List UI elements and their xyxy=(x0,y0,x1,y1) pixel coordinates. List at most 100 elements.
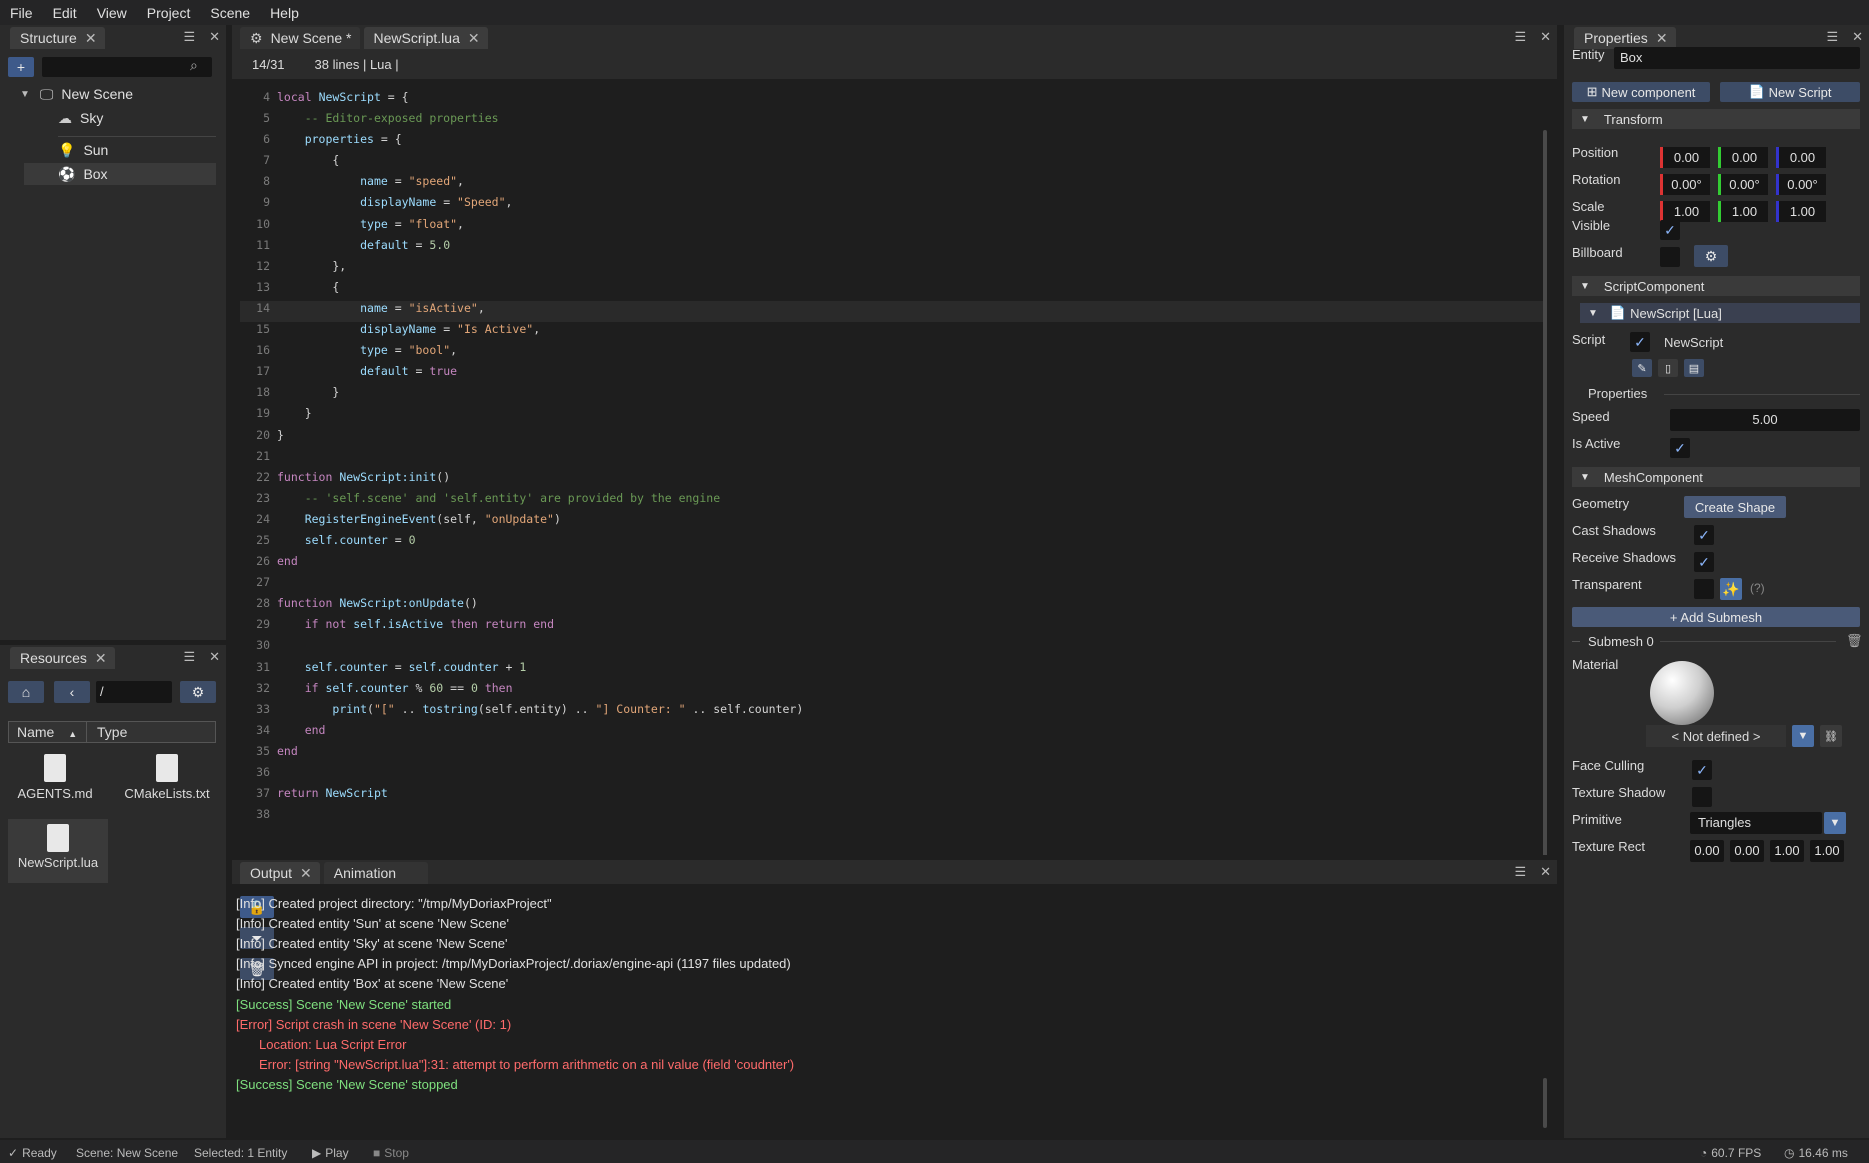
scale-z-field[interactable]: 1.00 xyxy=(1776,201,1826,222)
close-icon[interactable]: ✕ xyxy=(209,29,220,45)
file-cmakelists[interactable]: CMakeLists.txt xyxy=(116,750,218,812)
menu-project[interactable]: Project xyxy=(137,5,201,21)
code-line[interactable]: 6 properties = { xyxy=(236,129,1536,150)
code-line[interactable]: 27 xyxy=(236,572,1536,593)
close-icon[interactable]: ✕ xyxy=(1540,864,1551,880)
menu-scene[interactable]: Scene xyxy=(200,5,260,21)
code-line[interactable]: 26 end xyxy=(236,551,1536,572)
code-line[interactable]: 35 end xyxy=(236,741,1536,762)
column-name[interactable]: Name ▲ xyxy=(9,722,87,742)
code-line[interactable]: 13 { xyxy=(236,277,1536,298)
code-line[interactable]: 16 type = "bool", xyxy=(236,340,1536,361)
entity-name-input[interactable]: Box xyxy=(1614,47,1860,69)
code-line[interactable]: 4 local NewScript = { xyxy=(236,87,1536,108)
resources-settings-button[interactable]: ⚙ xyxy=(180,681,216,703)
code-line[interactable]: 9 displayName = "Speed", xyxy=(236,192,1536,213)
structure-search-input[interactable] xyxy=(42,57,212,77)
texture-rect-field[interactable]: 0.00 xyxy=(1730,840,1764,862)
code-line[interactable]: 25 self.counter = 0 xyxy=(236,530,1536,551)
rotation-z-field[interactable]: 0.00° xyxy=(1776,174,1826,195)
script-component-section[interactable]: ▼ ScriptComponent xyxy=(1572,276,1860,296)
close-icon[interactable]: ✕ xyxy=(209,649,220,665)
transform-section[interactable]: ▼ Transform xyxy=(1572,109,1860,129)
add-submesh-button[interactable]: + Add Submesh xyxy=(1572,607,1860,627)
mesh-component-section[interactable]: ▼ MeshComponent xyxy=(1572,467,1860,487)
code-line[interactable]: 22 function NewScript:init() xyxy=(236,467,1536,488)
code-line[interactable]: 18 } xyxy=(236,382,1536,403)
primitive-dropdown-button[interactable]: ▼ xyxy=(1824,812,1846,834)
close-icon[interactable]: ✕ xyxy=(85,30,97,47)
primitive-select[interactable]: Triangles xyxy=(1690,812,1822,834)
home-button[interactable]: ⌂ xyxy=(8,681,44,703)
code-line[interactable]: 10 type = "float", xyxy=(236,214,1536,235)
position-z-field[interactable]: 0.00 xyxy=(1776,147,1826,168)
code-line[interactable]: 17 default = true xyxy=(236,361,1536,382)
tree-item-box[interactable]: ⚽ Box xyxy=(24,163,216,185)
visible-checkbox[interactable]: ✓ xyxy=(1660,220,1680,240)
chevron-down-icon[interactable]: ▼ xyxy=(20,89,30,100)
code-line[interactable]: 37 return NewScript xyxy=(236,783,1536,804)
new-script-button[interactable]: 📄 New Script xyxy=(1720,82,1860,102)
code-line[interactable]: 38 xyxy=(236,804,1536,825)
panel-menu-icon[interactable]: ☰ xyxy=(1826,29,1838,45)
add-entity-button[interactable]: + xyxy=(8,57,34,77)
position-y-field[interactable]: 0.00 xyxy=(1718,147,1768,168)
transparent-checkbox[interactable] xyxy=(1694,579,1714,599)
panel-menu-icon[interactable]: ☰ xyxy=(1514,29,1526,45)
face-culling-checkbox[interactable]: ✓ xyxy=(1692,760,1712,780)
code-line[interactable]: 20} xyxy=(236,425,1536,446)
script-enabled-checkbox[interactable]: ✓ xyxy=(1630,332,1650,352)
code-line[interactable]: 23 -- 'self.scene' and 'self.entity' are… xyxy=(236,488,1536,509)
panel-menu-icon[interactable]: ☰ xyxy=(183,29,195,45)
rotation-x-field[interactable]: 0.00° xyxy=(1660,174,1710,195)
tree-item-sky[interactable]: ☁ Sky xyxy=(58,107,218,129)
menu-view[interactable]: View xyxy=(87,5,137,21)
code-line[interactable]: 8 name = "speed", xyxy=(236,171,1536,192)
script-info-button[interactable]: ▤ xyxy=(1684,359,1704,377)
create-shape-button[interactable]: Create Shape xyxy=(1684,496,1786,518)
billboard-settings-button[interactable]: ⚙ xyxy=(1694,245,1728,267)
path-input[interactable]: / xyxy=(96,681,172,703)
panel-menu-icon[interactable]: ☰ xyxy=(183,649,195,665)
close-icon[interactable]: ✕ xyxy=(468,30,480,47)
back-button[interactable]: ‹ xyxy=(54,681,90,703)
column-type[interactable]: Type xyxy=(87,722,137,742)
texture-shadow-checkbox[interactable] xyxy=(1692,787,1712,807)
help-marker[interactable]: (?) xyxy=(1750,581,1765,595)
cast-shadows-checkbox[interactable]: ✓ xyxy=(1694,525,1714,545)
code-area[interactable]: 4 local NewScript = {5 -- Editor-exposed … xyxy=(236,87,1536,825)
search-icon[interactable]: ⌕ xyxy=(190,57,198,74)
is-active-checkbox[interactable]: ✓ xyxy=(1670,438,1690,458)
code-line[interactable]: 36 xyxy=(236,762,1536,783)
material-select[interactable]: < Not defined > xyxy=(1646,725,1786,747)
speed-input[interactable]: 5.00 xyxy=(1670,409,1860,431)
tab-new-scene[interactable]: ⚙ New Scene * xyxy=(240,27,360,49)
copy-script-button[interactable]: ▯ xyxy=(1658,359,1678,377)
menu-help[interactable]: Help xyxy=(260,5,309,21)
receive-shadows-checkbox[interactable]: ✓ xyxy=(1694,552,1714,572)
position-x-field[interactable]: 0.00 xyxy=(1660,147,1710,168)
code-line[interactable]: 34 end xyxy=(236,720,1536,741)
texture-rect-field[interactable]: 1.00 xyxy=(1770,840,1804,862)
output-scrollbar[interactable] xyxy=(1543,1078,1547,1128)
script-header[interactable]: ▼ 📄 NewScript [Lua] xyxy=(1580,303,1860,323)
auto-transparent-button[interactable]: ✨ xyxy=(1720,578,1742,600)
tab-resources[interactable]: Resources ✕ xyxy=(10,647,115,669)
tab-structure[interactable]: Structure ✕ xyxy=(10,27,105,49)
code-line[interactable]: 15 displayName = "Is Active", xyxy=(236,319,1536,340)
scale-y-field[interactable]: 1.00 xyxy=(1718,201,1768,222)
tree-item-sun[interactable]: 💡 Sun xyxy=(58,139,218,161)
editor-scrollbar[interactable] xyxy=(1543,130,1547,855)
code-line[interactable]: 11 default = 5.0 xyxy=(236,235,1536,256)
tab-newscript[interactable]: NewScript.lua ✕ xyxy=(363,27,488,49)
scale-x-field[interactable]: 1.00 xyxy=(1660,201,1710,222)
code-line[interactable]: 28 function NewScript:onUpdate() xyxy=(236,593,1536,614)
file-agents[interactable]: AGENTS.md xyxy=(10,750,100,812)
code-line[interactable]: 5 -- Editor-exposed properties xyxy=(236,108,1536,129)
new-component-button[interactable]: ⊞ New component xyxy=(1572,82,1710,102)
menu-edit[interactable]: Edit xyxy=(43,5,87,21)
material-dropdown-button[interactable]: ▼ xyxy=(1792,725,1814,747)
close-icon[interactable]: ✕ xyxy=(1852,29,1863,45)
rotation-y-field[interactable]: 0.00° xyxy=(1718,174,1768,195)
edit-script-button[interactable]: ✎ xyxy=(1632,359,1652,377)
